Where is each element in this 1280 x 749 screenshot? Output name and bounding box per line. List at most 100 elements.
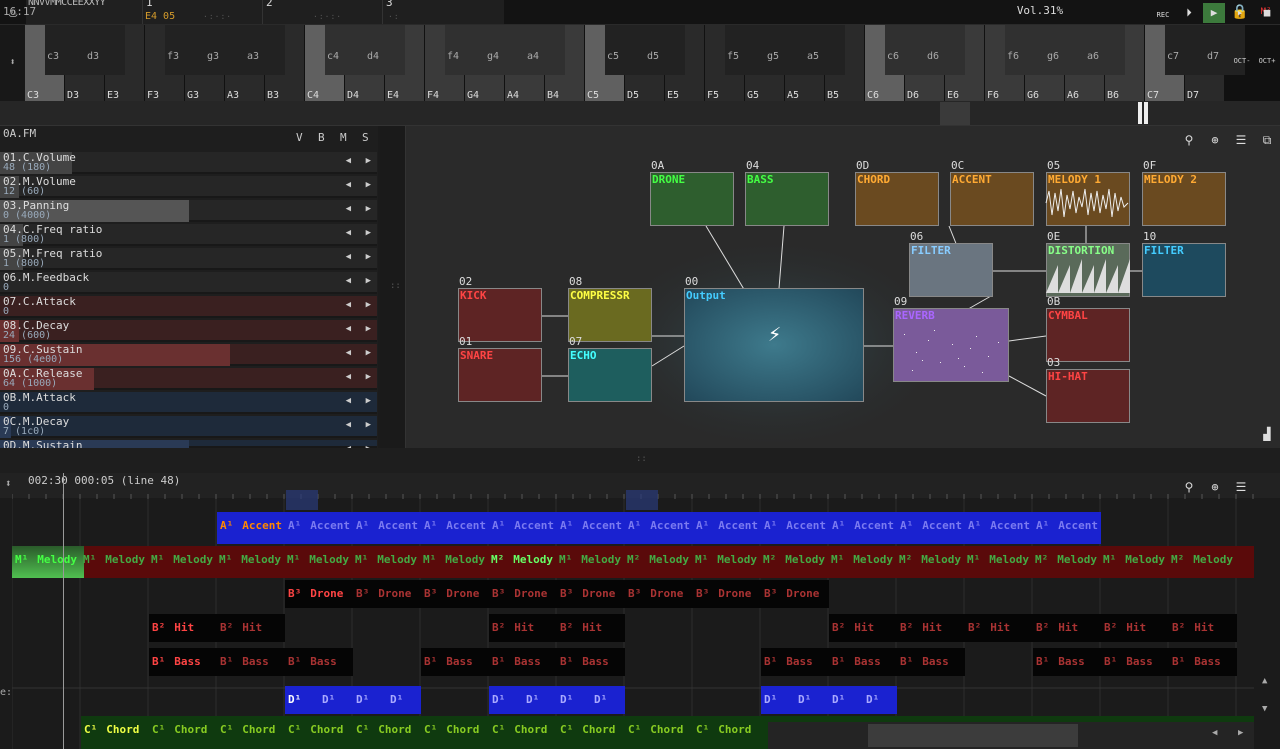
pattern-d[interactable]: D¹ bbox=[761, 686, 795, 714]
black-key[interactable]: c7 bbox=[1165, 25, 1205, 75]
module-filter[interactable]: 06 FILTER bbox=[909, 230, 993, 297]
solo-tab[interactable]: S bbox=[362, 131, 369, 144]
pattern-melody[interactable]: M² Melody bbox=[896, 546, 964, 574]
pattern-melody[interactable]: M¹ Melody bbox=[352, 546, 420, 574]
param-row[interactable]: 02.M.Volume 12 (60) ◀ ▶ bbox=[0, 175, 377, 198]
decrease-icon[interactable]: ◀ bbox=[346, 348, 351, 358]
param-row[interactable]: 06.M.Feedback 0 ◀ ▶ bbox=[0, 271, 377, 294]
increase-icon[interactable]: ▶ bbox=[366, 180, 371, 190]
pattern-melody[interactable]: M¹ Melody bbox=[284, 546, 352, 574]
decrease-icon[interactable]: ◀ bbox=[346, 396, 351, 406]
black-key[interactable]: g4 bbox=[485, 25, 525, 75]
pattern-melody[interactable]: M¹ Melody bbox=[80, 546, 148, 574]
black-key[interactable]: f6 bbox=[1005, 25, 1045, 75]
pattern-bass[interactable]: B¹ Bass bbox=[1169, 648, 1237, 676]
pattern-accent[interactable]: A¹ Accent bbox=[421, 512, 489, 540]
pattern-bass[interactable]: B¹ Bass bbox=[285, 648, 353, 676]
pattern-d[interactable]: D¹ bbox=[591, 686, 625, 714]
module-compressr[interactable]: 08 COMPRESSR bbox=[568, 275, 652, 342]
decrease-icon[interactable]: ◀ bbox=[346, 252, 351, 262]
pattern-d[interactable]: D¹ bbox=[489, 686, 523, 714]
link-tool-icon[interactable]: ⚲ bbox=[1178, 130, 1200, 150]
record-button[interactable]: REC bbox=[1152, 3, 1174, 23]
increase-icon[interactable]: ▶ bbox=[366, 372, 371, 382]
vertical-scrollbar[interactable]: ▲ ▼ bbox=[1254, 498, 1280, 749]
pattern-melody[interactable]: M¹ Melody bbox=[148, 546, 216, 574]
song-name-field[interactable]: NNVVMMCCEEXXYY bbox=[26, 0, 142, 24]
play-pattern-icon[interactable]: ▸ bbox=[1229, 3, 1251, 23]
decrease-icon[interactable]: ◀ bbox=[346, 276, 351, 286]
black-key[interactable]: a4 bbox=[525, 25, 565, 75]
octave-down-button[interactable]: OCT- bbox=[1231, 50, 1253, 72]
pattern-d[interactable]: D¹ bbox=[557, 686, 591, 714]
octave-scroll-icon[interactable]: ⬍ bbox=[0, 25, 25, 101]
pattern-accent[interactable]: A¹ Accent bbox=[761, 512, 829, 540]
module-snare[interactable]: 01 SNARE bbox=[458, 335, 542, 402]
levels-icon[interactable]: ▟ bbox=[1256, 424, 1278, 444]
pattern-bass[interactable]: B¹ Bass bbox=[897, 648, 965, 676]
decrease-icon[interactable]: ◀ bbox=[346, 204, 351, 214]
track-3[interactable]: 3 ·: bbox=[382, 0, 504, 24]
black-key[interactable]: d4 bbox=[365, 25, 405, 75]
module-layout-icon[interactable]: ⧉ bbox=[1256, 130, 1278, 150]
decrease-icon[interactable]: ◀ bbox=[346, 420, 351, 430]
track-2[interactable]: 2 ·:·:· bbox=[262, 0, 382, 24]
pattern-hit[interactable]: B² Hit bbox=[897, 614, 965, 642]
pattern-melody[interactable]: M¹ Melody bbox=[1100, 546, 1168, 574]
increase-icon[interactable]: ▶ bbox=[366, 228, 371, 238]
module-filter[interactable]: 10 FILTER bbox=[1142, 230, 1226, 297]
pattern-splitter[interactable]: :: bbox=[0, 448, 1280, 473]
pattern-chord[interactable]: C¹ Chord bbox=[81, 716, 149, 744]
pattern-drone[interactable]: B³ Drone bbox=[761, 580, 829, 608]
pattern-hit[interactable]: B² Hit bbox=[217, 614, 285, 642]
param-row[interactable]: 04.C.Freq ratio 1 (800) ◀ ▶ bbox=[0, 223, 377, 246]
pattern-d[interactable]: D¹ bbox=[829, 686, 863, 714]
pattern-chord[interactable]: C¹ Chord bbox=[421, 716, 489, 744]
param-row[interactable]: 08.C.Decay 24 (600) ◀ ▶ bbox=[0, 319, 377, 342]
black-key[interactable]: f3 bbox=[165, 25, 205, 75]
pattern-melody[interactable]: M² Melody bbox=[1168, 546, 1236, 574]
increase-icon[interactable]: ▶ bbox=[366, 420, 371, 430]
black-key[interactable]: f5 bbox=[725, 25, 765, 75]
module-chord[interactable]: 0D CHORD bbox=[855, 159, 939, 226]
pattern-accent[interactable]: A¹ Accent bbox=[285, 512, 353, 540]
module-melody-2[interactable]: 0F MELODY 2 bbox=[1142, 159, 1226, 226]
pattern-d[interactable]: D¹ bbox=[353, 686, 387, 714]
pattern-d[interactable]: D¹ bbox=[863, 686, 897, 714]
pattern-melody[interactable]: M¹ Melody bbox=[828, 546, 896, 574]
pattern-hit[interactable]: B² Hit bbox=[965, 614, 1033, 642]
pattern-chord[interactable]: C¹ Chord bbox=[557, 716, 625, 744]
black-key[interactable]: f4 bbox=[445, 25, 485, 75]
module-menu-icon[interactable]: ☰ bbox=[1230, 130, 1252, 150]
pattern-d[interactable]: D¹ bbox=[319, 686, 353, 714]
mute-tab[interactable]: M bbox=[340, 131, 347, 144]
pattern-drone[interactable]: B³ Drone bbox=[693, 580, 761, 608]
module-cymbal[interactable]: 0B CYMBAL bbox=[1046, 295, 1130, 362]
pattern-melody[interactable]: M¹ Melody bbox=[692, 546, 760, 574]
pattern-accent[interactable]: A¹ Accent bbox=[1033, 512, 1101, 540]
pattern-hit[interactable]: B² Hit bbox=[149, 614, 217, 642]
pattern-hit[interactable]: B² Hit bbox=[557, 614, 625, 642]
pattern-accent[interactable]: A¹ Accent bbox=[489, 512, 557, 540]
play-icon[interactable]: ▶ bbox=[1203, 3, 1225, 23]
pattern-melody[interactable]: M¹ Melody bbox=[12, 546, 80, 574]
pattern-bass[interactable]: B¹ Bass bbox=[217, 648, 285, 676]
pattern-accent[interactable]: A¹ Accent bbox=[693, 512, 761, 540]
pattern-melody[interactable]: M¹ Melody bbox=[216, 546, 284, 574]
param-row[interactable]: 03.Panning 0 (4000) ◀ ▶ bbox=[0, 199, 377, 222]
pattern-d[interactable]: D¹ bbox=[523, 686, 557, 714]
pattern-bass[interactable]: B¹ Bass bbox=[421, 648, 489, 676]
pattern-hit[interactable]: B² Hit bbox=[1169, 614, 1237, 642]
pattern-melody[interactable]: M² Melody bbox=[488, 546, 556, 574]
param-row[interactable]: 0A.C.Release 64 (1000) ◀ ▶ bbox=[0, 367, 377, 390]
black-key[interactable]: d5 bbox=[645, 25, 685, 75]
pattern-melody[interactable]: M² Melody bbox=[624, 546, 692, 574]
pattern-bass[interactable]: B¹ Bass bbox=[829, 648, 897, 676]
black-key[interactable]: c3 bbox=[45, 25, 85, 75]
black-key[interactable]: d3 bbox=[85, 25, 125, 75]
view-tab[interactable]: V bbox=[296, 131, 303, 144]
module-accent[interactable]: 0C ACCENT bbox=[950, 159, 1034, 226]
black-key[interactable]: d6 bbox=[925, 25, 965, 75]
pattern-accent[interactable]: A¹ Accent bbox=[897, 512, 965, 540]
pattern-melody[interactable]: M¹ Melody bbox=[556, 546, 624, 574]
